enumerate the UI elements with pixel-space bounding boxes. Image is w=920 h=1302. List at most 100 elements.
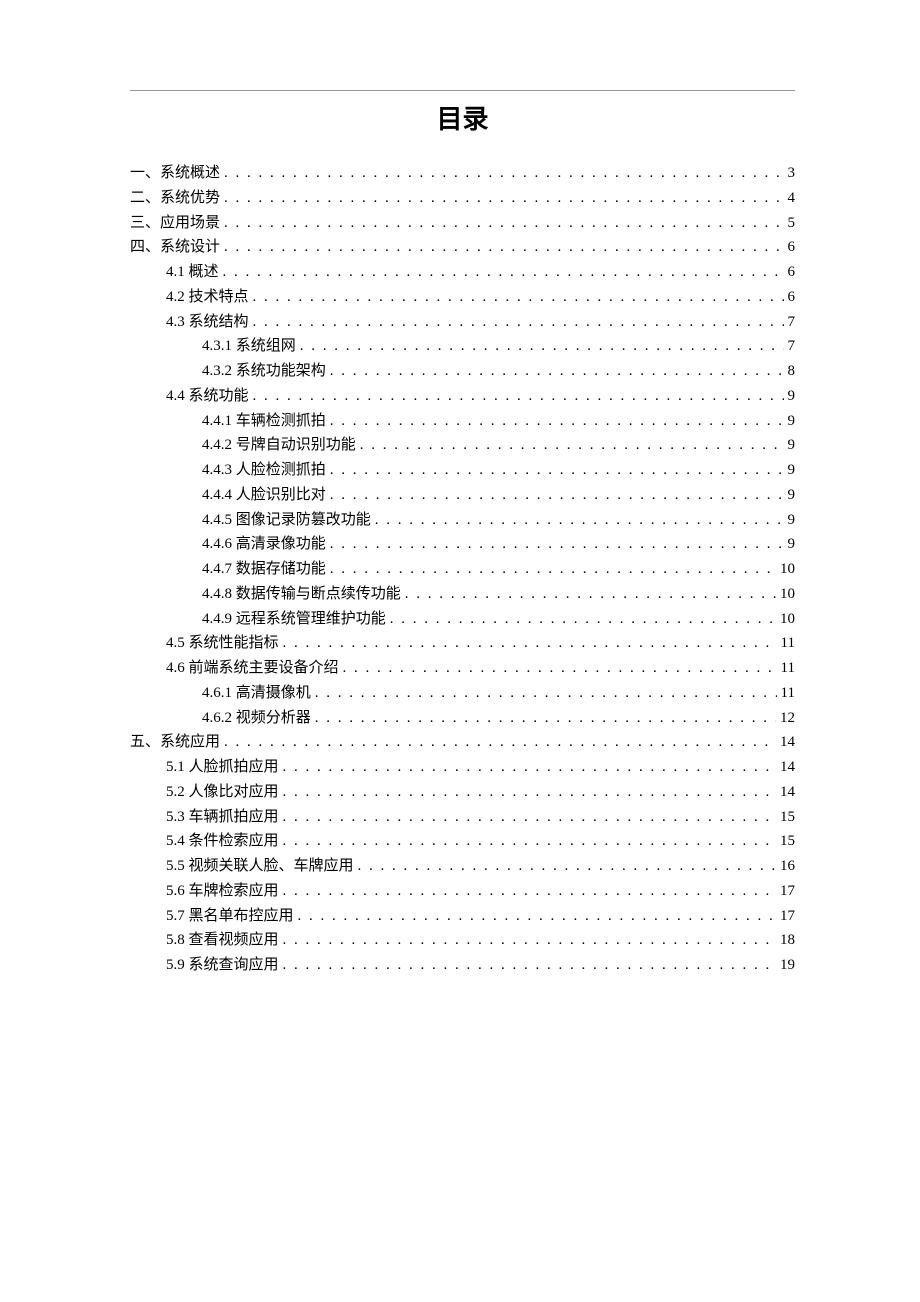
toc-leader-dots [330, 359, 784, 384]
toc-entry[interactable]: 五、系统应用14 [130, 730, 795, 755]
toc-leader-dots [330, 532, 784, 557]
toc-entry-page: 7 [788, 334, 796, 359]
toc-entry-label: 4.4.4 人脸识别比对 [202, 483, 326, 508]
toc-entry[interactable]: 4.4.7 数据存储功能10 [130, 557, 795, 582]
toc-entry[interactable]: 4.4 系统功能9 [130, 384, 795, 409]
toc-entry-page: 9 [788, 458, 796, 483]
toc-entry[interactable]: 4.6 前端系统主要设备介绍11 [130, 656, 795, 681]
toc-entry-label: 5.1 人脸抓拍应用 [166, 755, 279, 780]
toc-entry-label: 4.1 概述 [166, 260, 219, 285]
toc-leader-dots [300, 334, 784, 359]
toc-entry-page: 19 [780, 953, 795, 978]
toc-leader-dots [224, 235, 783, 260]
toc-entry[interactable]: 4.4.3 人脸检测抓拍 9 [130, 458, 795, 483]
toc-entry-label: 4.3 系统结构 [166, 310, 249, 335]
toc-entry-label: 5.8 查看视频应用 [166, 928, 279, 953]
toc-entry-label: 三、应用场景 [130, 211, 220, 236]
toc-entry[interactable]: 5.1 人脸抓拍应用14 [130, 755, 795, 780]
toc-entry-page: 9 [788, 508, 796, 533]
toc-leader-dots [283, 755, 776, 780]
toc-entry[interactable]: 4.4.9 远程系统管理维护功能 10 [130, 607, 795, 632]
toc-entry[interactable]: 5.9 系统查询应用 19 [130, 953, 795, 978]
toc-entry[interactable]: 4.3.2 系统功能架构 8 [130, 359, 795, 384]
toc-leader-dots [224, 186, 783, 211]
toc-leader-dots [358, 854, 776, 879]
toc-leader-dots [283, 879, 776, 904]
toc-leader-dots [253, 285, 784, 310]
toc-entry-page: 17 [780, 904, 795, 929]
toc-entry-page: 16 [780, 854, 795, 879]
toc-entry-label: 4.4.8 数据传输与断点续传功能 [202, 582, 401, 607]
toc-entry-page: 14 [780, 780, 795, 805]
toc-entry-label: 4.4.3 人脸检测抓拍 [202, 458, 326, 483]
toc-entry[interactable]: 5.8 查看视频应用18 [130, 928, 795, 953]
toc-entry-label: 4.3.2 系统功能架构 [202, 359, 326, 384]
toc-entry-label: 5.2 人像比对应用 [166, 780, 279, 805]
toc-entry[interactable]: 二、系统优势4 [130, 186, 795, 211]
toc-entry-label: 5.3 车辆抓拍应用 [166, 805, 279, 830]
toc-entry[interactable]: 4.2 技术特点 6 [130, 285, 795, 310]
toc-leader-dots [283, 953, 776, 978]
toc-leader-dots [330, 409, 784, 434]
toc-entry-label: 4.4.1 车辆检测抓拍 [202, 409, 326, 434]
toc-entry[interactable]: 5.7 黑名单布控应用17 [130, 904, 795, 929]
toc-entry-label: 五、系统应用 [130, 730, 220, 755]
toc-entry[interactable]: 4.4.6 高清录像功能9 [130, 532, 795, 557]
toc-entry[interactable]: 4.4.2 号牌自动识别功能 9 [130, 433, 795, 458]
toc-leader-dots [390, 607, 776, 632]
toc-entry[interactable]: 4.5 系统性能指标11 [130, 631, 795, 656]
toc-entry-page: 11 [781, 656, 795, 681]
toc-entry[interactable]: 4.3.1 系统组网7 [130, 334, 795, 359]
toc-entry-page: 12 [780, 706, 795, 731]
toc-entry[interactable]: 4.4.1 车辆检测抓拍9 [130, 409, 795, 434]
toc-entry-page: 10 [780, 582, 795, 607]
toc-entry-page: 6 [788, 285, 796, 310]
toc-leader-dots [315, 681, 777, 706]
toc-entry-page: 9 [788, 532, 796, 557]
toc-entry[interactable]: 5.3 车辆抓拍应用15 [130, 805, 795, 830]
toc-entry[interactable]: 5.5 视频关联人脸、车牌应用16 [130, 854, 795, 879]
toc-entry-label: 4.6.2 视频分析器 [202, 706, 311, 731]
toc-entry[interactable]: 4.6.1 高清摄像机11 [130, 681, 795, 706]
toc-entry-page: 11 [781, 681, 795, 706]
toc-title: 目录 [130, 99, 795, 136]
toc-entry-label: 4.2 技术特点 [166, 285, 249, 310]
toc-entry[interactable]: 4.4.5 图像记录防篡改功能9 [130, 508, 795, 533]
toc-container: 一、系统概述3二、系统优势4三、应用场景5四、系统设计64.1 概述64.2 技… [130, 161, 795, 978]
toc-entry[interactable]: 4.4.4 人脸识别比对9 [130, 483, 795, 508]
toc-entry[interactable]: 4.1 概述 6 [130, 260, 795, 285]
toc-entry-label: 5.9 系统查询应用 [166, 953, 279, 978]
header-rule [130, 90, 795, 91]
toc-entry-label: 4.4.2 号牌自动识别功能 [202, 433, 356, 458]
toc-leader-dots [224, 211, 783, 236]
toc-entry[interactable]: 三、应用场景 5 [130, 211, 795, 236]
toc-entry[interactable]: 5.4 条件检索应用 15 [130, 829, 795, 854]
toc-entry[interactable]: 4.4.8 数据传输与断点续传功能 10 [130, 582, 795, 607]
toc-entry[interactable]: 四、系统设计6 [130, 235, 795, 260]
toc-entry-page: 15 [780, 829, 795, 854]
toc-leader-dots [360, 433, 784, 458]
toc-entry-label: 4.4.9 远程系统管理维护功能 [202, 607, 386, 632]
toc-entry-page: 10 [780, 607, 795, 632]
toc-entry-page: 5 [788, 211, 796, 236]
toc-entry[interactable]: 4.6.2 视频分析器 12 [130, 706, 795, 731]
toc-leader-dots [283, 805, 776, 830]
toc-entry-label: 一、系统概述 [130, 161, 220, 186]
toc-entry[interactable]: 4.3 系统结构 7 [130, 310, 795, 335]
toc-entry[interactable]: 一、系统概述 3 [130, 161, 795, 186]
toc-entry-label: 4.4.7 数据存储功能 [202, 557, 326, 582]
toc-entry-page: 9 [788, 433, 796, 458]
toc-entry[interactable]: 5.6 车牌检索应用17 [130, 879, 795, 904]
toc-leader-dots [224, 161, 783, 186]
toc-entry[interactable]: 5.2 人像比对应用 14 [130, 780, 795, 805]
toc-leader-dots [253, 384, 784, 409]
toc-entry-label: 4.4 系统功能 [166, 384, 249, 409]
toc-entry-page: 6 [788, 260, 796, 285]
toc-entry-page: 6 [788, 235, 796, 260]
toc-entry-label: 4.5 系统性能指标 [166, 631, 279, 656]
toc-entry-page: 3 [788, 161, 796, 186]
toc-entry-page: 8 [788, 359, 796, 384]
toc-entry-page: 7 [788, 310, 796, 335]
toc-leader-dots [405, 582, 776, 607]
toc-entry-label: 5.4 条件检索应用 [166, 829, 279, 854]
